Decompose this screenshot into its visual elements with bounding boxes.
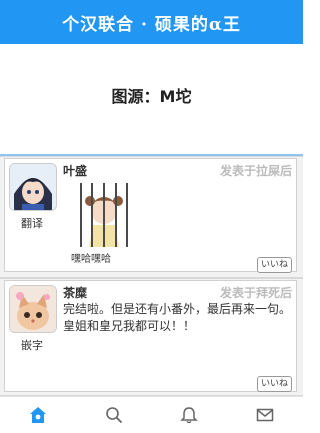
tab-home[interactable] (20, 400, 56, 430)
home-icon (29, 407, 46, 423)
post-message: 完结啦。但是还有小番外，最后再来一句。皇姐和皇兄我都可以！！ (63, 302, 292, 333)
author-name[interactable]: 茶糜 (63, 284, 87, 301)
tab-messages[interactable] (247, 400, 283, 430)
mail-icon (256, 408, 274, 422)
post-time: 发表于拉屎后 (219, 164, 292, 178)
image-source-label: 图源：M坨 (111, 87, 192, 106)
sticker-caption: 嘿哈嘿哈 (71, 254, 111, 265)
tab-notifications[interactable] (171, 400, 207, 430)
post-time: 发表于拜死后 (219, 286, 292, 300)
avatar-role-label: 翻译 (21, 217, 43, 230)
header-title: 个汉联合 · 硕果的α王 (62, 14, 241, 35)
tab-search[interactable] (96, 400, 132, 430)
search-icon (105, 407, 122, 424)
app-header: 个汉联合 · 硕果的α王 (0, 0, 303, 44)
post-card: 嵌字 茶糜 发表于拜死后 完结啦。但是还有小番外，最后再来一句。皇姐和皇兄我都可… (4, 280, 297, 392)
like-button[interactable]: いいね (257, 257, 292, 273)
bell-icon (180, 407, 199, 424)
post-card: 翻译 叶盛 发表于拉屎后 嘿哈嘿哈 いいね (4, 158, 297, 273)
avatar-role-label: 嵌字 (21, 339, 43, 352)
like-button[interactable]: いいね (257, 376, 292, 392)
bottom-tab-bar (0, 396, 303, 433)
avatar[interactable] (9, 285, 57, 333)
author-name[interactable]: 叶盛 (63, 162, 87, 179)
avatar[interactable] (9, 163, 57, 211)
sticker-image (75, 181, 133, 249)
